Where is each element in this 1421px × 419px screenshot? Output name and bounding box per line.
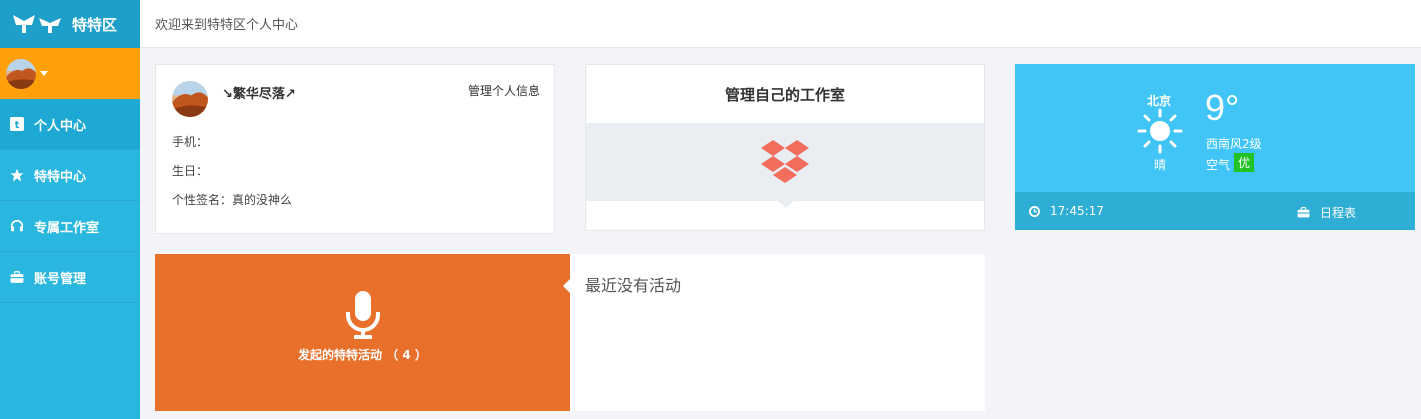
weather-wind: 西南风2级 [1206,137,1262,151]
sidebar-item-tete-center[interactable]: 特特中心 [0,150,140,201]
logo-icon [12,13,64,35]
svg-text:t: t [15,120,20,131]
no-activity-text: 最近没有活动 [585,276,682,295]
manage-profile-link[interactable]: 管理个人信息 [468,82,540,99]
weather-temperature: 9° [1205,87,1240,128]
sidebar-item-studio[interactable]: 专属工作室 [0,201,140,252]
avatar [172,81,208,117]
band-pointer [778,201,794,208]
phone-label: 手机： [172,135,209,149]
user-menu[interactable] [0,48,140,99]
signature-row: 个性签名：真的没神么 [172,191,292,208]
sun-icon [1137,108,1183,154]
sidebar-item-label: 账号管理 [34,271,87,287]
birthday-row: 生日： [172,162,208,179]
activity-section: 发起的特特活动 （ 4 ） 最近没有活动 [155,254,985,411]
headphones-icon [10,219,24,233]
user-name: ↘繁华尽落↗ [222,87,296,102]
top-bar: 欢迎来到特特区个人中心 [140,0,1421,48]
weather-condition: 晴 [1154,158,1167,172]
sidebar-item-account[interactable]: 账号管理 [0,252,140,303]
birthday-label: 生日： [172,164,209,178]
sidebar-item-label: 专属工作室 [34,220,100,236]
studio-title: 管理自己的工作室 [724,85,845,104]
clock-icon [1029,205,1040,217]
phone-row: 手机： [172,133,208,150]
schedule-label: 日程表 [1320,206,1357,220]
star-icon [10,168,24,182]
avatar [6,58,36,89]
clock: 17:45:17 [1029,204,1104,218]
logo[interactable]: 特特区 [0,0,140,48]
launched-activities-panel[interactable]: 发起的特特活动 （ 4 ） [155,254,570,411]
studio-icon-band [586,123,984,201]
welcome-text: 欢迎来到特特区个人中心 [155,18,299,33]
sidebar-item-personal-center[interactable]: t 个人中心 [0,99,140,150]
weather-city: 北京 [1147,94,1172,108]
dropbox-icon [760,138,810,187]
briefcase-icon [1297,207,1310,218]
weather-card: 北京 晴 9° 西南风2级 空气 优 17:45:17 日程表 [1015,64,1415,230]
air-quality-label: 空气 [1206,158,1231,172]
air-quality-badge: 优 [1234,153,1255,172]
weather-footer: 17:45:17 日程表 [1015,192,1415,230]
sidebar-item-label: 特特中心 [34,169,87,185]
signature-value: 真的没神么 [232,193,293,207]
briefcase-icon [10,270,24,284]
panel-pointer [563,279,570,293]
brand-name: 特特区 [72,15,118,34]
schedule-button[interactable]: 日程表 [1297,204,1356,221]
sidebar-item-label: 个人中心 [34,118,87,134]
launched-activities-label: 发起的特特活动 （ 4 ） [298,348,427,362]
signature-label: 个性签名： [172,193,233,207]
profile-card: ↘繁华尽落↗ 管理个人信息 手机： 生日： 个性签名：真的没神么 [155,64,555,234]
chevron-down-icon [40,71,48,76]
microphone-icon [345,290,381,343]
sidebar: 特特区 t 个人中心 特特中心 专属工作室 账号管理 [0,0,140,419]
studio-card[interactable]: 管理自己的工作室 [585,64,985,231]
t-square-icon: t [10,117,24,131]
clock-time: 17:45:17 [1050,204,1104,218]
